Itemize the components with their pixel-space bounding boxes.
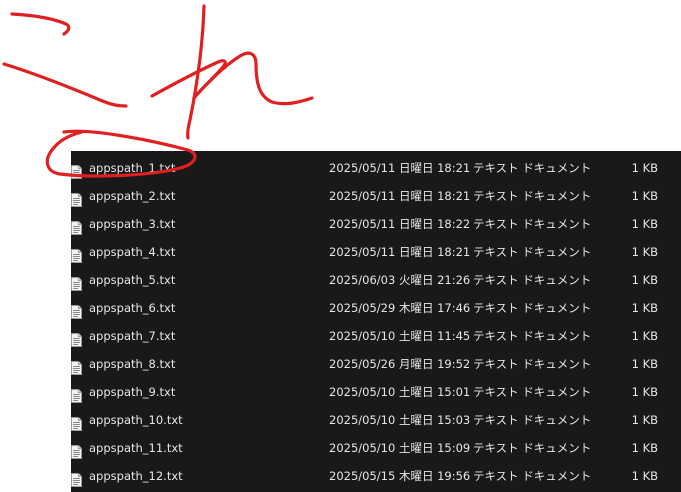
file-modified-date: 2025/05/10 土曜日 11:45: [329, 329, 471, 343]
file-name[interactable]: appspath_11.txt: [89, 434, 183, 462]
file-modified-date: 2025/05/29 木曜日 17:46: [329, 301, 471, 315]
file-type: テキスト ドキュメント: [473, 301, 592, 315]
file-row[interactable]: appspath_1.txt 2025/05/11 日曜日 18:21 テキスト ド…: [71, 154, 681, 182]
file-row[interactable]: appspath_5.txt 2025/06/03 火曜日 21:26 テキスト ド…: [71, 266, 681, 294]
file-name[interactable]: appspath_10.txt: [89, 406, 183, 434]
file-size: 1 KB: [631, 217, 658, 231]
file-name[interactable]: appspath_5.txt: [89, 266, 175, 294]
annotation-stroke-re-cross: [150, 59, 227, 100]
file-type: テキスト ドキュメント: [473, 189, 592, 203]
file-modified-date: 2025/05/11 日曜日 18:22: [329, 217, 471, 231]
file-row[interactable]: appspath_10.txt 2025/05/10 土曜日 15:03 テキスト …: [71, 406, 681, 434]
file-row[interactable]: appspath_8.txt 2025/05/26 月曜日 19:52 テキスト ド…: [71, 350, 681, 378]
file-row[interactable]: appspath_6.txt 2025/05/29 木曜日 17:46 テキスト ド…: [71, 294, 681, 322]
file-modified-date: 2025/06/03 火曜日 21:26: [329, 273, 471, 287]
file-modified-date: 2025/05/15 木曜日 19:56: [329, 469, 471, 483]
annotation-stroke-re-vertical: [186, 4, 206, 140]
file-name[interactable]: appspath_3.txt: [89, 210, 175, 238]
file-list: appspath_1.txt 2025/05/11 日曜日 18:21 テキスト ド…: [71, 151, 681, 492]
screenshot-canvas: appspath_1.txt 2025/05/11 日曜日 18:21 テキスト ド…: [0, 0, 681, 492]
file-size: 1 KB: [631, 413, 658, 427]
text-file-icon: [71, 301, 82, 319]
annotation-stroke-re-tail: [192, 51, 314, 106]
file-type: テキスト ドキュメント: [473, 273, 592, 287]
file-size: 1 KB: [631, 189, 658, 203]
text-file-icon: [71, 161, 82, 179]
file-row[interactable]: appspath_9.txt 2025/05/10 土曜日 15:01 テキスト ド…: [71, 378, 681, 406]
text-file-icon: [71, 357, 82, 375]
file-size: 1 KB: [631, 469, 658, 483]
file-size: 1 KB: [631, 161, 658, 175]
text-file-icon: [71, 413, 82, 431]
file-row[interactable]: appspath_7.txt 2025/05/10 土曜日 11:45 テキスト ド…: [71, 322, 681, 350]
text-file-icon: [71, 245, 82, 263]
text-file-icon: [71, 469, 82, 487]
file-modified-date: 2025/05/10 土曜日 15:01: [329, 385, 471, 399]
file-name[interactable]: appspath_12.txt: [89, 462, 183, 490]
file-type: テキスト ドキュメント: [473, 441, 592, 455]
file-name[interactable]: appspath_4.txt: [89, 238, 175, 266]
file-row[interactable]: appspath_3.txt 2025/05/11 日曜日 18:22 テキスト ド…: [71, 210, 681, 238]
text-file-icon: [71, 385, 82, 403]
file-size: 1 KB: [631, 273, 658, 287]
file-modified-date: 2025/05/11 日曜日 18:21: [329, 161, 471, 175]
file-modified-date: 2025/05/11 日曜日 18:21: [329, 245, 471, 259]
file-type: テキスト ドキュメント: [473, 385, 592, 399]
file-type: テキスト ドキュメント: [473, 217, 592, 231]
file-size: 1 KB: [631, 301, 658, 315]
annotation-stroke-ko-bottom: [2, 62, 128, 108]
file-size: 1 KB: [631, 385, 658, 399]
text-file-icon: [71, 189, 82, 207]
file-modified-date: 2025/05/10 土曜日 15:09: [329, 441, 471, 455]
file-row[interactable]: appspath_4.txt 2025/05/11 日曜日 18:21 テキスト ド…: [71, 238, 681, 266]
annotation-stroke-ko-top: [10, 12, 71, 36]
file-size: 1 KB: [631, 357, 658, 371]
text-file-icon: [71, 217, 82, 235]
text-file-icon: [71, 273, 82, 291]
file-name[interactable]: appspath_8.txt: [89, 350, 175, 378]
file-modified-date: 2025/05/11 日曜日 18:21: [329, 189, 471, 203]
file-type: テキスト ドキュメント: [473, 161, 592, 175]
file-type: テキスト ドキュメント: [473, 357, 592, 371]
file-type: テキスト ドキュメント: [473, 469, 592, 483]
file-name[interactable]: appspath_2.txt: [89, 182, 175, 210]
file-name[interactable]: appspath_9.txt: [89, 378, 175, 406]
file-modified-date: 2025/05/26 月曜日 19:52: [329, 357, 471, 371]
file-type: テキスト ドキュメント: [473, 329, 592, 343]
file-type: テキスト ドキュメント: [473, 413, 592, 427]
file-name[interactable]: appspath_7.txt: [89, 322, 175, 350]
file-row[interactable]: appspath_11.txt 2025/05/10 土曜日 15:09 テキスト …: [71, 434, 681, 462]
text-file-icon: [71, 441, 82, 459]
file-name[interactable]: appspath_6.txt: [89, 294, 175, 322]
file-row[interactable]: appspath_12.txt 2025/05/15 木曜日 19:56 テキスト …: [71, 462, 681, 490]
text-file-icon: [71, 329, 82, 347]
file-name[interactable]: appspath_1.txt: [89, 154, 175, 182]
file-size: 1 KB: [631, 245, 658, 259]
file-modified-date: 2025/05/10 土曜日 15:03: [329, 413, 471, 427]
file-row[interactable]: appspath_2.txt 2025/05/11 日曜日 18:21 テキスト ド…: [71, 182, 681, 210]
file-size: 1 KB: [631, 441, 658, 455]
file-type: テキスト ドキュメント: [473, 245, 592, 259]
file-size: 1 KB: [631, 329, 658, 343]
